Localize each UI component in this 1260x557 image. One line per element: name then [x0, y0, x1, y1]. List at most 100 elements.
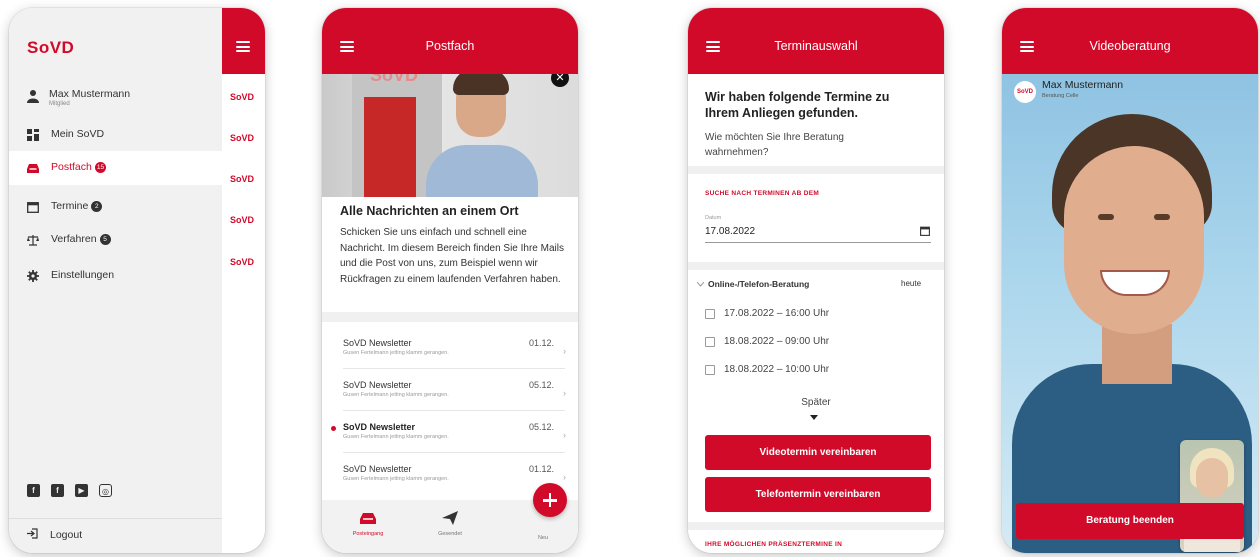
facebook-icon[interactable]: f: [51, 484, 64, 497]
accordion-title[interactable]: Online-/Telefon-Beratung: [708, 279, 809, 289]
nav-label-text: Verfahren: [51, 233, 97, 245]
divider: [322, 312, 578, 322]
caller-name: Max Mustermann: [1042, 79, 1124, 91]
message-title: SoVD Newsletter: [343, 338, 412, 348]
time-slot-option[interactable]: 17.08.2022 – 16:00 Uhr: [705, 306, 905, 324]
message-date: 01.12.: [529, 464, 555, 474]
intro-card: Wir haben folgende Termine zu Ihrem Anli…: [688, 74, 944, 166]
videoberatung-screen: Videoberatung SoVD Max Mustermann Beratu…: [1002, 8, 1258, 553]
logout-button[interactable]: Logout: [27, 528, 82, 541]
presence-appointments-card: IHRE MÖGLICHEN PRÄSENZTERMINE IN: [688, 530, 944, 553]
chevron-right-icon: ›: [563, 388, 566, 398]
menu-screen: SoVD Max Mustermann Mitglied Mein SoVD P…: [9, 8, 265, 553]
chevron-down-icon[interactable]: [697, 282, 704, 287]
chevron-right-icon: ›: [563, 346, 566, 356]
user-icon: [27, 90, 39, 103]
dashboard-icon: [27, 129, 39, 141]
tab-sent[interactable]: Gesendet: [420, 510, 480, 537]
section-heading: SUCHE NACH TERMINEN AB DEM: [705, 190, 820, 197]
video-appointment-button[interactable]: Videotermin vereinbaren: [705, 435, 931, 470]
nav-label: Einstellungen: [51, 269, 115, 281]
show-later-link[interactable]: Später: [688, 397, 944, 408]
message-date: 01.12.: [529, 338, 555, 348]
message-title: SoVD Newsletter: [343, 422, 416, 432]
headline: Wir haben folgende Termine zu Ihrem Anli…: [705, 90, 890, 120]
phone-appointment-button[interactable]: Telefontermin vereinbaren: [705, 477, 931, 512]
nav-label-text: Postfach: [51, 161, 92, 173]
time-slot-option[interactable]: 18.08.2022 – 10:00 Uhr: [705, 362, 905, 380]
divider: [343, 410, 565, 411]
message-preview: Gusen Fertelmann jetting klamm gerangen.: [343, 392, 449, 398]
menu-icon[interactable]: [236, 41, 250, 52]
nav-item-mein-sovd[interactable]: Mein SoVD: [9, 118, 222, 152]
app-bar: Videoberatung: [1002, 8, 1258, 74]
date-field[interactable]: 17.08.2022: [705, 226, 755, 237]
nav-label: Termine 2: [51, 200, 103, 212]
date-search-card: SUCHE NACH TERMINEN AB DEM Datum 17.08.2…: [688, 174, 944, 262]
count-badge: 2: [91, 201, 103, 212]
tab-label: Gesendet: [438, 531, 462, 537]
side-drawer: SoVD Max Mustermann Mitglied Mein SoVD P…: [9, 8, 222, 553]
date-field-label: Datum: [705, 215, 722, 221]
message-preview: Gusen Fertelmann jetting klamm gerangen.: [343, 434, 449, 440]
tab-new[interactable]: Neu: [518, 530, 568, 541]
message-date: 05.12.: [529, 422, 555, 432]
chevron-right-icon: ›: [563, 430, 566, 440]
calendar-icon: [27, 202, 39, 213]
app-bar: Terminauswahl: [688, 8, 944, 74]
scales-icon: [27, 235, 39, 246]
list-logo: SoVD: [230, 133, 255, 143]
count-badge: 15: [94, 162, 107, 173]
content-behind-drawer[interactable]: SoVD SoVD SoVD SoVD SoVD: [222, 8, 265, 553]
checkbox[interactable]: [705, 365, 715, 375]
tab-label: Posteingang: [352, 531, 384, 537]
message-preview: Gusen Fertelmann jetting klamm gerangen.: [343, 350, 449, 356]
count-badge: 5: [99, 234, 111, 245]
section-heading: IHRE MÖGLICHEN PRÄSENZTERMINE IN: [705, 541, 843, 548]
message-date: 05.12.: [529, 380, 555, 390]
nav-item-postfach[interactable]: Postfach 15: [9, 151, 222, 185]
user-role: Mitglied: [49, 101, 70, 107]
caller-avatar: SoVD: [1014, 81, 1036, 103]
question-text: Wie möchten Sie Ihre Beratung wahrnehmen…: [705, 132, 844, 158]
postfach-screen: SoVD ✕ Postfach Alle Nachrichten an eine…: [322, 8, 578, 553]
tab-inbox[interactable]: Posteingang: [338, 510, 398, 537]
nav-item-verfahren[interactable]: Verfahren 5: [9, 223, 222, 257]
video-feed: [1002, 74, 1258, 553]
sovd-logo: SoVD: [27, 38, 75, 57]
nav-item-einstellungen[interactable]: Einstellungen: [9, 259, 222, 293]
caller-subtitle: Beratung Celle: [1042, 93, 1079, 99]
gear-icon: [27, 270, 39, 282]
unread-indicator: [331, 426, 336, 431]
youtube-icon[interactable]: ▶: [75, 484, 88, 497]
list-logo: SoVD: [230, 92, 255, 102]
inbox-icon: [360, 513, 376, 524]
slot-label: 18.08.2022 – 09:00 Uhr: [724, 336, 830, 347]
caret-down-icon[interactable]: [810, 415, 818, 420]
list-logo: SoVD: [230, 215, 255, 225]
card-text: Schicken Sie uns einfach und schnell ein…: [340, 227, 564, 285]
list-logo: SoVD: [230, 257, 255, 267]
nav-label: Postfach 15: [51, 161, 107, 173]
list-logo: SoVD: [230, 174, 255, 184]
send-icon: [442, 511, 458, 525]
terminauswahl-screen: Terminauswahl Wir haben folgende Termine…: [688, 8, 944, 553]
hero-image: SoVD ✕: [322, 59, 578, 197]
checkbox[interactable]: [705, 309, 715, 319]
app-bar: [222, 8, 265, 74]
chevron-right-icon: ›: [563, 472, 566, 482]
checkbox[interactable]: [705, 337, 715, 347]
calendar-icon[interactable]: [920, 226, 930, 236]
today-link[interactable]: heute: [901, 279, 921, 288]
nav-item-termine[interactable]: Termine 2: [9, 190, 222, 224]
input-underline: [705, 242, 931, 243]
logout-label: Logout: [50, 529, 83, 541]
end-consultation-button[interactable]: Beratung beenden: [1016, 503, 1244, 539]
user-name: Max Mustermann: [49, 88, 131, 100]
divider: [343, 368, 565, 369]
instagram-icon[interactable]: ◎: [99, 484, 112, 497]
facebook-icon[interactable]: f: [27, 484, 40, 497]
slot-label: 18.08.2022 – 10:00 Uhr: [724, 364, 830, 375]
new-message-button[interactable]: [533, 483, 567, 517]
time-slot-option[interactable]: 18.08.2022 – 09:00 Uhr: [705, 334, 905, 352]
